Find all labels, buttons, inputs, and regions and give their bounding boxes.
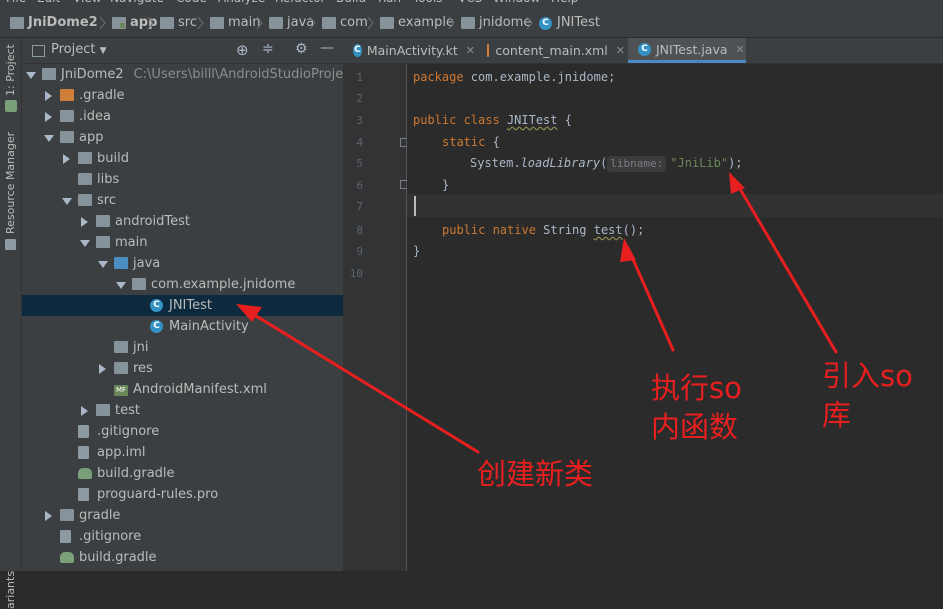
annotation-new-class: 创建新类	[477, 457, 594, 491]
arrow-to-loadlibrary	[734, 180, 838, 354]
annotation-load-so-2: 库	[822, 398, 852, 432]
arrow-to-test-method	[626, 246, 675, 352]
arrow-to-jnitest	[246, 309, 480, 454]
annotation-call-so-1: 执行so	[651, 371, 742, 405]
arrowhead-test-method	[620, 238, 636, 262]
build-variants-tab[interactable]: ariants	[4, 571, 17, 609]
annotation-arrows	[236, 172, 838, 454]
annotation-call-so-2: 内函数	[651, 410, 739, 444]
annotation-load-so-1: 引入so	[822, 359, 913, 393]
arrowhead-jnitest	[236, 304, 262, 322]
